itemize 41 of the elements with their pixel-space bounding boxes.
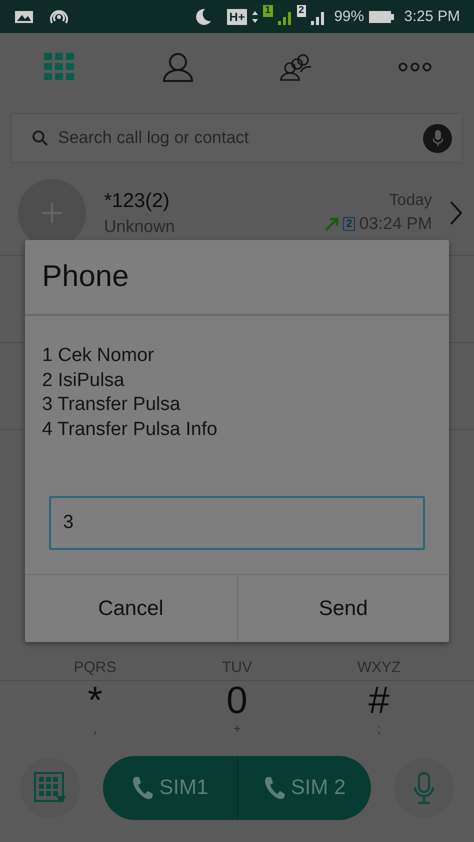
sim-badge: 2: [343, 217, 356, 231]
moon-icon: [194, 8, 212, 26]
search-input[interactable]: Search call log or contact: [56, 127, 415, 149]
call-button[interactable]: SIM1: [103, 756, 236, 820]
keypad-key[interactable]: # ;: [308, 681, 450, 740]
dialog-title: Phone: [25, 240, 449, 316]
keypad-key[interactable]: * ,: [24, 681, 166, 740]
search-icon: [32, 130, 48, 146]
person-icon: [162, 52, 194, 82]
more-icon: [398, 62, 432, 72]
menu-option: 4 Transfer Pulsa Info: [42, 418, 432, 442]
dialog-button[interactable]: Cancel: [25, 575, 236, 642]
sim-badge: 2: [296, 5, 306, 17]
microphone-icon: [432, 130, 442, 146]
microphone-icon: [414, 772, 434, 804]
input-field[interactable]: 3: [49, 496, 425, 550]
sim-badge: 1: [262, 5, 273, 17]
battery-icon: [369, 10, 396, 24]
image-icon: [14, 8, 34, 24]
outgoing-call-icon: [325, 217, 340, 231]
call-button[interactable]: SIM 2: [236, 756, 371, 820]
hotspot-icon: [49, 8, 69, 26]
plus-icon: [42, 203, 62, 223]
group-icon: [279, 53, 314, 81]
battery-percent: 99%: [334, 8, 364, 25]
caller-number: *123(2): [104, 190, 171, 212]
dialpad-icon: [34, 772, 66, 804]
menu-option: 1 Cek Nomor: [42, 344, 432, 368]
network-type: H+: [227, 8, 247, 24]
menu-option: 3 Transfer Pulsa: [42, 393, 432, 418]
chevron-right-icon: [450, 201, 462, 225]
search-field[interactable]: Search call log or contact: [11, 113, 463, 163]
dialpad-icon: [44, 53, 74, 81]
clock: 3:25 PM: [404, 8, 460, 25]
data-arrows-icon: [252, 10, 258, 24]
dialog-button[interactable]: Send: [236, 575, 449, 642]
phone-icon: [131, 776, 154, 800]
phone-icon: [262, 776, 285, 800]
voice-search-button[interactable]: [423, 124, 452, 152]
keypad-key[interactable]: 0 +: [166, 681, 308, 740]
menu-option: 2 IsiPulsa: [42, 368, 432, 393]
